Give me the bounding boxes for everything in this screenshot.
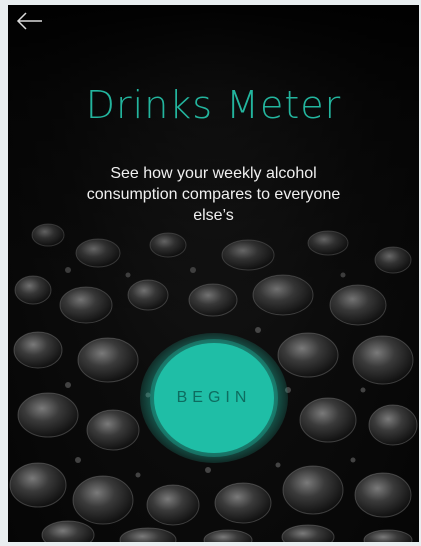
back-button[interactable] (16, 11, 48, 35)
begin-button[interactable]: BEGIN (154, 343, 274, 453)
begin-button-wrapper: BEGIN (140, 333, 288, 463)
arrow-left-icon (16, 12, 42, 30)
app-screen: Drinks Meter See how your weekly alcohol… (8, 5, 419, 542)
page-subtitle: See how your weekly alcohol consumption … (86, 165, 341, 224)
page-title: Drinks Meter (85, 83, 342, 127)
